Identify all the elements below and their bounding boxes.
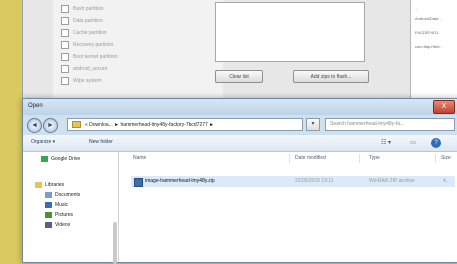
- nav-item-documents[interactable]: Documents: [45, 192, 80, 198]
- dialog-titlebar[interactable]: Open X: [23, 99, 457, 115]
- nav-scrollbar[interactable]: [113, 222, 117, 264]
- file-row[interactable]: image-hammerhead-lmy48y.zip 22/05/2015 1…: [131, 176, 455, 187]
- open-file-dialog: Open X ◄ ► « Downloa... ► hammerhead-lmy…: [22, 98, 457, 264]
- partition-options-pane: Bash partition Data partition Cache part…: [53, 0, 223, 104]
- clear-list-button[interactable]: Clear list: [215, 70, 263, 83]
- checkbox[interactable]: [61, 16, 69, 25]
- view-options-button[interactable]: ☷ ▾: [375, 138, 397, 148]
- zip-list-box[interactable]: [215, 2, 365, 62]
- address-bar[interactable]: « Downloa... ► hammerhead-lmy48y-factory…: [67, 118, 303, 131]
- preview-pane-button[interactable]: ▭: [407, 138, 419, 148]
- checkbox[interactable]: [61, 4, 69, 13]
- column-header-name[interactable]: Name: [133, 155, 146, 161]
- nav-item-label: Music: [55, 202, 69, 208]
- forward-button[interactable]: ►: [43, 118, 58, 133]
- checkbox-row[interactable]: Boot kernel partition: [61, 52, 117, 61]
- column-header-date[interactable]: Date modified: [295, 155, 326, 161]
- checkbox[interactable]: [61, 76, 69, 85]
- search-input[interactable]: Search hammerhead-lmy48y-fa...: [325, 118, 455, 131]
- background-window: Bash partition Data partition Cache part…: [22, 0, 457, 104]
- log-panel: ... Android/Data... FACDEF4G1.. com.flap…: [410, 0, 457, 104]
- folder-icon: [72, 121, 81, 128]
- pictures-icon: [45, 212, 52, 218]
- log-line: ...: [415, 6, 419, 11]
- column-divider[interactable]: [435, 154, 436, 163]
- nav-item-pictures[interactable]: Pictures: [45, 212, 73, 218]
- videos-icon: [45, 222, 52, 228]
- column-header-size[interactable]: Size: [441, 155, 451, 161]
- log-line: Android/Data...: [415, 16, 442, 21]
- checkbox[interactable]: [61, 40, 69, 49]
- checkbox-row[interactable]: Recovery partition: [61, 40, 113, 49]
- nav-item-videos[interactable]: Videos: [45, 222, 70, 228]
- dialog-title: Open: [28, 103, 43, 109]
- checkbox-label: Cache partition: [73, 29, 107, 36]
- file-size: 4...: [443, 178, 450, 184]
- add-zips-button[interactable]: Add zips to flash...: [293, 70, 369, 83]
- column-header-type[interactable]: Type: [369, 155, 380, 161]
- nav-item-label: Libraries: [45, 182, 65, 188]
- checkbox-label: Boot kernel partition: [73, 53, 118, 60]
- checkbox-row[interactable]: Cache partition: [61, 28, 107, 37]
- nav-item-label: Videos: [55, 222, 71, 228]
- checkbox-label: Data partition: [73, 17, 103, 24]
- libraries-icon: [35, 182, 42, 188]
- back-button[interactable]: ◄: [27, 118, 42, 133]
- nav-item-label: Google Drive: [51, 156, 81, 162]
- file-date: 22/05/2015 19:11: [295, 178, 334, 184]
- new-folder-button[interactable]: New folder: [89, 139, 113, 145]
- checkbox-label: android_secure: [73, 65, 108, 72]
- google-drive-icon: [41, 156, 48, 162]
- address-row: ◄ ► « Downloa... ► hammerhead-lmy48y-fac…: [23, 115, 457, 135]
- column-divider[interactable]: [289, 154, 290, 163]
- checkbox[interactable]: [61, 28, 69, 37]
- navigation-pane: Google Drive Libraries Documents Music P…: [23, 152, 119, 264]
- file-list: Name Date modified Type Size image-hamme…: [119, 152, 457, 262]
- checkbox[interactable]: [61, 52, 69, 61]
- checkbox-label: Bash partition: [73, 5, 104, 12]
- checkbox-row[interactable]: Bash partition: [61, 4, 104, 13]
- checkbox[interactable]: [61, 64, 69, 73]
- organize-menu[interactable]: Organize ▾: [31, 139, 55, 145]
- zip-file-icon: [134, 178, 143, 187]
- file-type: WinRAR ZIP archive: [369, 178, 415, 184]
- column-divider[interactable]: [359, 154, 360, 163]
- nav-item-google-drive[interactable]: Google Drive: [41, 156, 80, 162]
- log-line: com.flap.Hbid..: [415, 44, 442, 49]
- checkbox-label: Recovery partition: [73, 41, 114, 48]
- checkbox-row[interactable]: Data partition: [61, 16, 103, 25]
- address-dropdown-button[interactable]: ▾: [306, 118, 320, 131]
- dialog-toolbar: Organize ▾ New folder ☷ ▾ ▭ ?: [23, 135, 457, 152]
- nav-item-libraries[interactable]: Libraries: [35, 182, 64, 188]
- file-name: image-hammerhead-lmy48y.zip: [145, 178, 215, 184]
- nav-item-label: Documents: [55, 192, 81, 198]
- music-icon: [45, 202, 52, 208]
- log-line: FACDEF4G1..: [415, 30, 441, 35]
- checkbox-label: Wipe system: [73, 77, 102, 84]
- help-icon[interactable]: ?: [431, 138, 441, 148]
- checkbox-row[interactable]: Wipe system: [61, 76, 102, 85]
- documents-icon: [45, 192, 52, 198]
- address-path: « Downloa... ► hammerhead-lmy48y-factory…: [85, 121, 215, 128]
- nav-item-music[interactable]: Music: [45, 202, 68, 208]
- nav-item-label: Pictures: [55, 212, 74, 218]
- close-button[interactable]: X: [433, 100, 455, 114]
- checkbox-row[interactable]: android_secure: [61, 64, 107, 73]
